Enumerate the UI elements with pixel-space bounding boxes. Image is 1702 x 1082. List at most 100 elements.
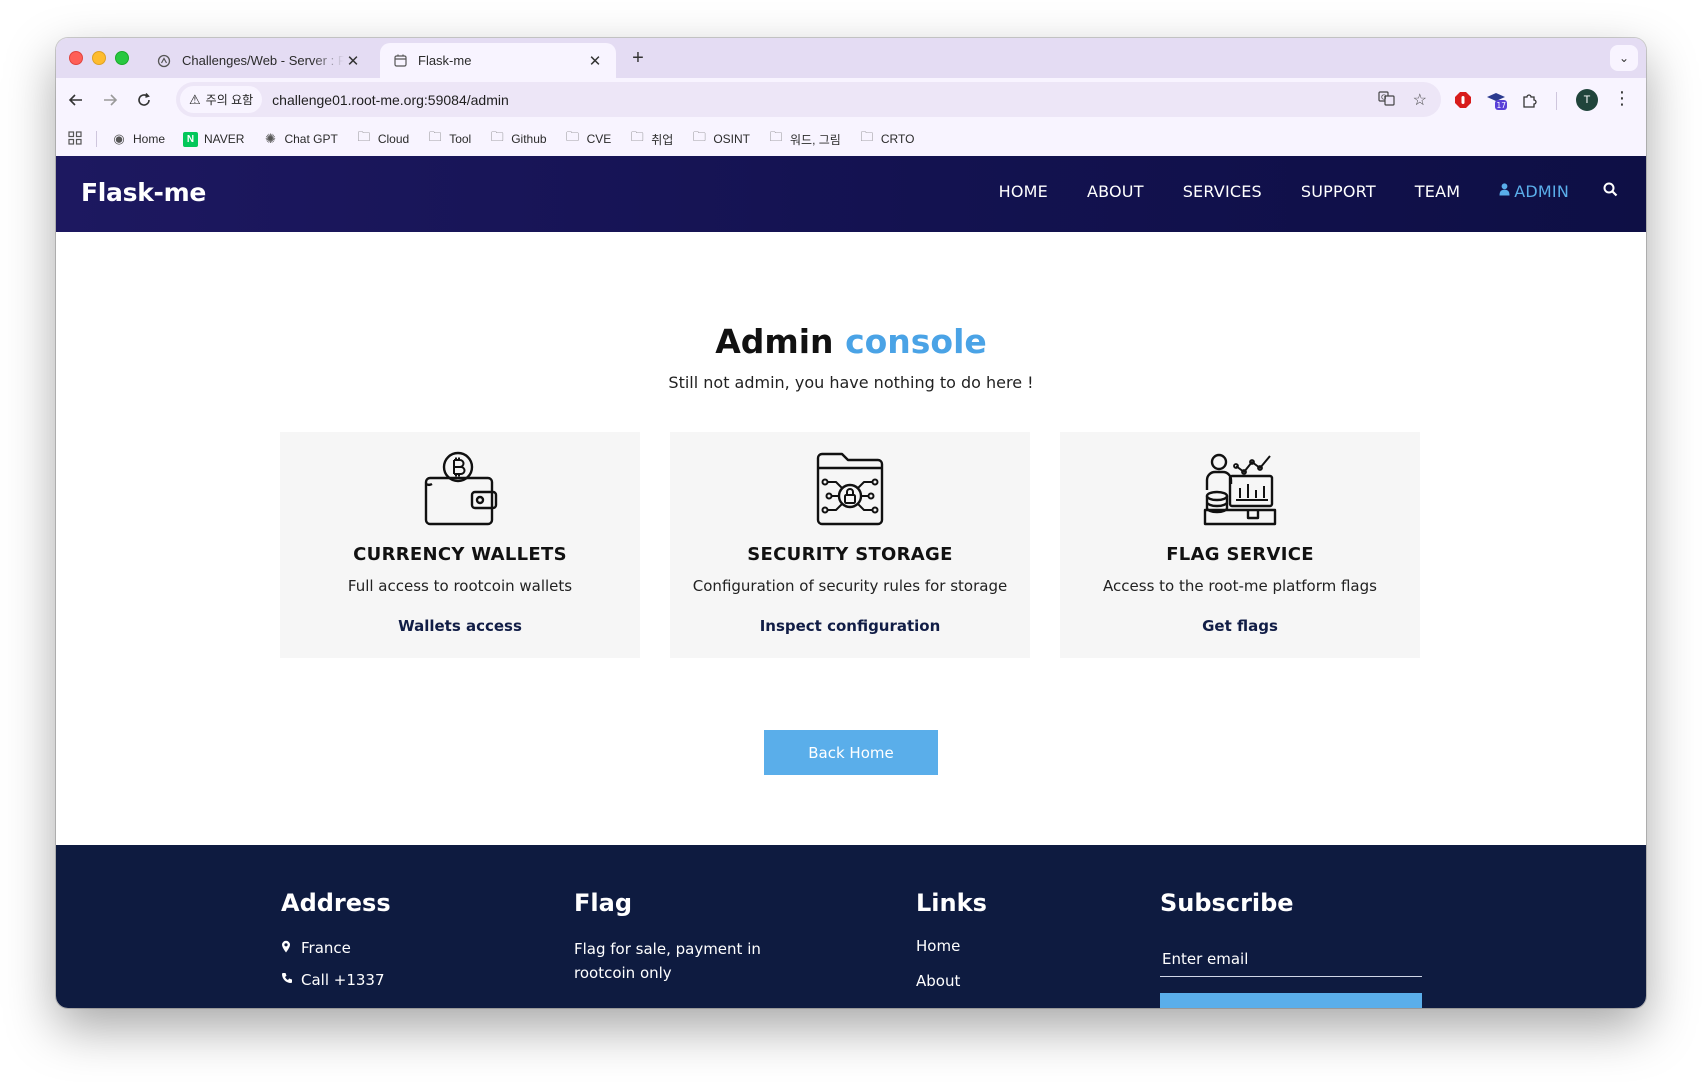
address-location: France: [301, 939, 351, 957]
site-brand[interactable]: Flask-me: [81, 178, 206, 207]
more-menu-icon[interactable]: ⋮: [1612, 88, 1632, 109]
phone-icon: [281, 972, 299, 988]
flask-favicon-icon: [392, 53, 408, 69]
bookmark-folder-cve[interactable]: 🗀 CVE: [565, 128, 611, 150]
browser-toolbar: ⚠ 주의 요함 challenge01.root-me.org:59084/ad…: [56, 78, 1646, 122]
tab-title: Challenges/Web - Server : Flask-me: [182, 53, 344, 68]
security-label: 주의 요함: [205, 93, 254, 107]
chrome-icon: ◉: [113, 131, 125, 146]
card-flag-service: FLAG SERVICE Access to the root-me platf…: [1060, 432, 1420, 658]
close-window-button[interactable]: [69, 51, 83, 65]
bookmark-folder-osint[interactable]: 🗀 OSINT: [691, 128, 750, 150]
folder-icon: 🗀: [566, 129, 580, 144]
folder-icon: 🗀: [357, 129, 371, 144]
footer-heading: Subscribe: [1160, 889, 1294, 917]
footer-link-about[interactable]: About: [916, 972, 987, 990]
inspect-configuration-link[interactable]: Inspect configuration: [670, 617, 1030, 635]
bookmark-folder-github[interactable]: 🗀 Github: [489, 128, 547, 150]
tab-challenges[interactable]: Challenges/Web - Server : Flask-me ✕: [146, 43, 372, 78]
nav-admin[interactable]: ADMIN: [1499, 182, 1569, 201]
tab-strip: Challenges/Web - Server : Flask-me ✕ Fla…: [56, 38, 1646, 78]
analytics-user-icon: [1203, 453, 1277, 526]
browser-window: Challenges/Web - Server : Flask-me ✕ Fla…: [56, 38, 1646, 1008]
secure-folder-icon: [816, 452, 884, 526]
extension-badge: 17: [1497, 101, 1507, 110]
chevron-down-icon: ⌄: [1618, 51, 1630, 65]
admin-section: Admin console Still not admin, you have …: [56, 232, 1646, 658]
tab-title: Flask-me: [418, 53, 472, 68]
web-page: Flask-me HOME ABOUT SERVICES SUPPORT TEA…: [56, 156, 1646, 1008]
translate-icon[interactable]: G: [1378, 90, 1395, 112]
address-bar[interactable]: ⚠ 주의 요함 challenge01.root-me.org:59084/ad…: [176, 82, 1441, 117]
nav-services[interactable]: SERVICES: [1183, 182, 1262, 201]
extensions-puzzle-icon[interactable]: [1518, 89, 1540, 111]
tab-search-button[interactable]: ⌄: [1610, 45, 1638, 71]
folder-icon: 🗀: [860, 129, 874, 144]
close-icon[interactable]: ✕: [586, 52, 604, 70]
bookmark-folder-jobs[interactable]: 🗀 취업: [629, 128, 674, 150]
openai-icon: ✺: [265, 131, 276, 146]
nav-admin-label: ADMIN: [1514, 182, 1569, 201]
profile-avatar[interactable]: T: [1576, 89, 1598, 111]
footer-heading: Flag: [574, 889, 632, 917]
subscribe-button[interactable]: [1160, 993, 1422, 1008]
maximize-window-button[interactable]: [115, 51, 129, 65]
url-text[interactable]: challenge01.root-me.org:59084/admin: [272, 92, 509, 108]
nav-home[interactable]: HOME: [999, 182, 1048, 201]
tab-flask-me[interactable]: Flask-me ✕: [380, 43, 616, 78]
card-security-storage: SECURITY STORAGE Configuration of securi…: [670, 432, 1030, 658]
minimize-window-button[interactable]: [92, 51, 106, 65]
star-icon[interactable]: ☆: [1413, 90, 1427, 112]
forward-button[interactable]: [98, 88, 122, 112]
page-title: Admin console: [715, 322, 987, 361]
card-title: CURRENCY WALLETS: [353, 544, 567, 565]
bookmark-folder-word[interactable]: 🗀 워드, 그림: [768, 128, 841, 150]
folder-icon: 🗀: [428, 129, 442, 144]
back-button[interactable]: [64, 88, 88, 112]
card-title: SECURITY STORAGE: [747, 544, 953, 565]
footer-address: Address France Call +1337: [281, 889, 391, 989]
nav-team[interactable]: TEAM: [1415, 182, 1460, 201]
wallets-access-link[interactable]: Wallets access: [280, 617, 640, 635]
folder-icon: 🗀: [692, 129, 706, 144]
adblock-extension-icon[interactable]: [1452, 89, 1474, 111]
graduation-extension-icon[interactable]: 17: [1486, 89, 1508, 111]
bookmark-naver[interactable]: N NAVER: [183, 131, 244, 147]
apps-grid-icon[interactable]: [68, 130, 82, 148]
nav-support[interactable]: SUPPORT: [1301, 182, 1376, 201]
folder-icon: 🗀: [490, 129, 504, 144]
card-description: Configuration of security rules for stor…: [692, 577, 1008, 595]
close-icon[interactable]: ✕: [344, 52, 362, 70]
flag-text: Flag for sale, payment in rootcoin only: [574, 940, 761, 982]
reload-button[interactable]: [132, 88, 156, 112]
user-icon: [1499, 183, 1510, 200]
bookmark-folder-crto[interactable]: 🗀 CRTO: [859, 128, 914, 150]
card-currency-wallets: CURRENCY WALLETS Full access to rootcoin…: [280, 432, 640, 658]
warning-icon: ⚠: [189, 91, 201, 107]
new-tab-button[interactable]: +: [626, 47, 650, 70]
footer-link-home[interactable]: Home: [916, 937, 987, 955]
get-flags-link[interactable]: Get flags: [1060, 617, 1420, 635]
card-description: Full access to rootcoin wallets: [347, 577, 573, 595]
bookmark-chat-gpt[interactable]: ✺ Chat GPT: [262, 131, 338, 147]
footer-links: Links Home About: [916, 889, 987, 990]
footer-flag: Flag Flag for sale, payment in rootcoin …: [574, 889, 824, 985]
folder-icon: 🗀: [769, 129, 783, 144]
bookmark-folder-tool[interactable]: 🗀 Tool: [427, 128, 472, 150]
bookmark-folder-cloud[interactable]: 🗀 Cloud: [356, 128, 409, 150]
card-title: FLAG SERVICE: [1166, 544, 1314, 565]
map-pin-icon: [281, 940, 299, 957]
reload-icon: [138, 92, 150, 106]
site-navbar: Flask-me HOME ABOUT SERVICES SUPPORT TEA…: [56, 156, 1646, 232]
footer-heading: Links: [916, 889, 987, 917]
nav-about[interactable]: ABOUT: [1087, 182, 1144, 201]
search-icon[interactable]: [1603, 182, 1618, 201]
service-cards: CURRENCY WALLETS Full access to rootcoin…: [280, 432, 1422, 658]
security-warning-chip[interactable]: ⚠ 주의 요함: [180, 86, 263, 113]
subscribe-email-input[interactable]: [1160, 941, 1422, 977]
bitcoin-wallet-icon: [424, 451, 498, 526]
bookmark-home[interactable]: ◉ Home: [111, 131, 165, 147]
site-footer: Address France Call +1337 Flag Flag for …: [56, 845, 1646, 1008]
back-home-button[interactable]: Back Home: [764, 730, 938, 775]
svg-text:G: G: [1381, 94, 1386, 102]
